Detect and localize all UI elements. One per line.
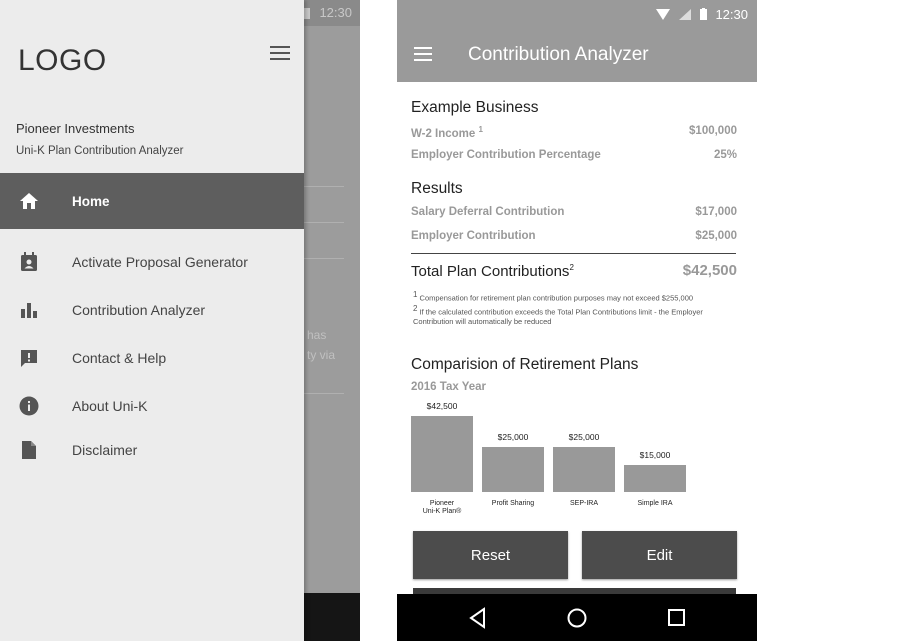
left-phone-screen: 12:30 has ty via LOGO Pioneer Investment… xyxy=(0,0,360,641)
drawer-item-label: Contribution Analyzer xyxy=(72,302,206,318)
drawer-item-home[interactable]: Home xyxy=(0,173,304,229)
footnote-1: 1 Compensation for retirement plan contr… xyxy=(413,290,694,303)
navigation-drawer: LOGO Pioneer Investments Uni-K Plan Cont… xyxy=(0,0,304,641)
salary-deferral-label: Salary Deferral Contribution xyxy=(411,206,565,218)
drawer-item-label: Disclaimer xyxy=(72,442,138,458)
background-divider xyxy=(304,393,344,394)
employer-pct-label: Employer Contribution Percentage xyxy=(411,149,601,161)
calendar-person-icon xyxy=(18,251,40,273)
drawer-item-disclaimer[interactable]: Disclaimer xyxy=(0,430,304,470)
drawer-item-contribution-analyzer[interactable]: Contribution Analyzer xyxy=(0,290,304,330)
back-icon[interactable] xyxy=(467,607,489,629)
app-bar: Contribution Analyzer xyxy=(397,28,757,82)
feedback-icon xyxy=(18,347,40,369)
background-text: has xyxy=(307,328,327,342)
chart-category-label: Profit Sharing xyxy=(491,500,535,507)
status-bar: 12:30 xyxy=(397,0,757,28)
background-status-time: 12:30 xyxy=(319,5,352,20)
drawer-item-label: Activate Proposal Generator xyxy=(72,254,248,270)
bar-chart-icon xyxy=(18,299,40,321)
status-time: 12:30 xyxy=(715,7,748,22)
salary-deferral-value: $17,000 xyxy=(695,206,737,218)
employer-pct-value: 25% xyxy=(713,149,737,161)
chart-value-label: $42,500 xyxy=(426,401,458,411)
signal-icon xyxy=(679,8,691,20)
comparison-bar-chart: $42,500 Pioneer Uni-K Plan® $25,000 Profit … xyxy=(411,401,737,522)
total-contributions-value: $42,500 xyxy=(682,262,737,279)
battery-icon xyxy=(700,8,707,20)
system-nav-bar xyxy=(397,594,757,641)
chart-bar xyxy=(411,416,473,492)
drawer-item-label: About Uni-K xyxy=(72,398,148,414)
drawer-item-activate-proposal[interactable]: Activate Proposal Generator xyxy=(0,242,304,282)
chart-category-label: Pioneer Uni-K Plan® xyxy=(422,500,462,515)
menu-icon[interactable] xyxy=(414,47,432,61)
chart-category-label: Simple IRA xyxy=(637,500,673,507)
background-divider xyxy=(304,186,344,187)
employer-contribution-value: $25,000 xyxy=(695,230,737,242)
edit-button[interactable]: Edit xyxy=(582,531,737,579)
divider xyxy=(411,253,736,254)
drawer-item-about[interactable]: About Uni-K xyxy=(0,386,304,426)
page-title: Contribution Analyzer xyxy=(468,44,649,65)
right-phone-screen: 12:30 Contribution Analyzer Example Busi… xyxy=(397,0,757,641)
document-icon xyxy=(18,439,40,461)
home-icon xyxy=(18,190,40,212)
wifi-icon xyxy=(656,8,670,20)
home-circle-icon[interactable] xyxy=(566,607,588,629)
drawer-item-label: Home xyxy=(72,193,110,209)
drawer-item-contact-help[interactable]: Contact & Help xyxy=(0,338,304,378)
total-contributions-label: Total Plan Contributions2 xyxy=(411,263,574,280)
chart-bar xyxy=(624,465,686,492)
tax-year-label: 2016 Tax Year xyxy=(411,381,487,393)
drawer-subtitle: Uni-K Plan Contribution Analyzer xyxy=(16,145,184,157)
w2-income-label: W-2 Income 1 xyxy=(411,125,483,140)
chart-value-label: $25,000 xyxy=(497,432,529,442)
battery-icon xyxy=(303,8,310,19)
comparison-heading: Comparision of Retirement Plans xyxy=(411,356,639,373)
reset-button[interactable]: Reset xyxy=(413,531,568,579)
background-divider xyxy=(304,222,344,223)
example-business-heading: Example Business xyxy=(411,99,539,116)
chart-value-label: $25,000 xyxy=(568,432,600,442)
recents-icon[interactable] xyxy=(666,607,688,629)
drawer-org-name: Pioneer Investments xyxy=(16,121,135,136)
w2-income-value: $100,000 xyxy=(689,125,737,137)
chart-bar xyxy=(482,447,544,492)
chart-bar xyxy=(553,447,615,492)
menu-icon[interactable] xyxy=(270,46,290,62)
results-heading: Results xyxy=(411,180,463,197)
employer-contribution-label: Employer Contribution xyxy=(411,230,536,242)
logo: LOGO xyxy=(18,44,107,77)
background-text: ty via xyxy=(307,348,336,362)
footnote-2: 2 If the calculated contribution exceeds… xyxy=(413,304,703,326)
info-icon xyxy=(18,395,40,417)
background-divider xyxy=(304,258,344,259)
chart-value-label: $15,000 xyxy=(639,450,671,460)
drawer-item-label: Contact & Help xyxy=(72,350,167,366)
chart-category-label: SEP-IRA xyxy=(569,500,598,507)
